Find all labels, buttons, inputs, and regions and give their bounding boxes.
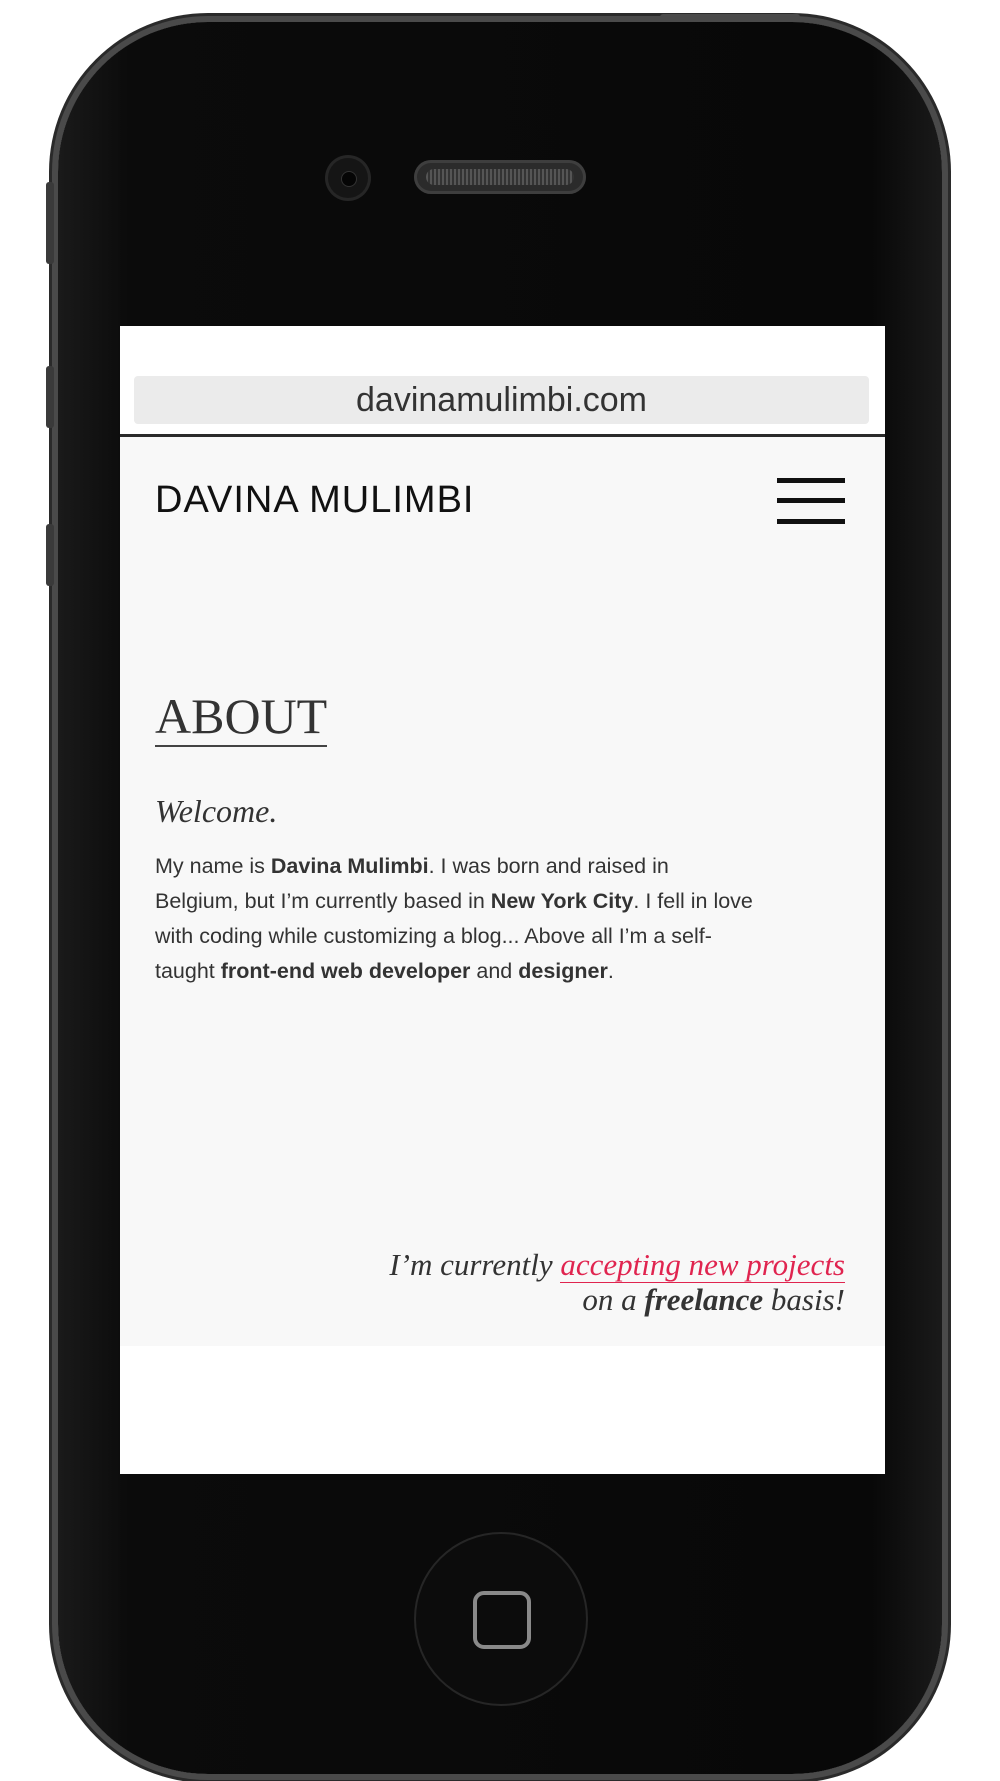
bio-text: . xyxy=(607,959,614,983)
front-camera-icon xyxy=(328,158,368,198)
freelance-text: I’m currently xyxy=(389,1247,561,1282)
bio-role: front-end web developer xyxy=(220,959,471,983)
phone-frame: davinamulimbi.com DAVINA MULIMBI ABOUT W… xyxy=(58,22,942,1774)
accepting-projects-link[interactable]: accepting new projects xyxy=(560,1247,845,1283)
site-logo[interactable]: DAVINA MULIMBI xyxy=(155,479,474,522)
home-square-icon xyxy=(473,1591,531,1649)
earpiece-speaker-icon xyxy=(414,160,586,194)
mute-switch[interactable] xyxy=(46,182,54,264)
welcome-heading: Welcome. xyxy=(155,793,278,829)
address-bar[interactable]: davinamulimbi.com xyxy=(134,376,869,424)
volume-down-button[interactable] xyxy=(46,524,54,586)
freelance-emphasis: freelance xyxy=(644,1282,764,1317)
phone-screen: davinamulimbi.com DAVINA MULIMBI ABOUT W… xyxy=(120,326,885,1474)
volume-up-button[interactable] xyxy=(46,366,54,428)
bio-text: My name is xyxy=(155,854,271,878)
home-button[interactable] xyxy=(416,1534,586,1704)
bio-name: Davina Mulimbi xyxy=(270,854,429,878)
sleep-wake-button[interactable] xyxy=(660,14,800,22)
freelance-text: basis! xyxy=(763,1282,845,1317)
bio-city: New York City xyxy=(490,889,634,913)
section-heading-about: ABOUT xyxy=(155,689,328,747)
freelance-text: on a xyxy=(582,1282,645,1317)
hamburger-menu-icon[interactable] xyxy=(777,478,845,526)
web-page: DAVINA MULIMBI ABOUT Welcome. My name is… xyxy=(120,437,885,1346)
bio-role: designer xyxy=(518,959,608,983)
bio-paragraph: My name is Davina Mulimbi. I was born an… xyxy=(155,849,755,989)
freelance-callout: I’m currently accepting new projects on … xyxy=(245,1247,845,1317)
bio-text: and xyxy=(470,959,519,983)
address-bar-url: davinamulimbi.com xyxy=(356,381,647,419)
